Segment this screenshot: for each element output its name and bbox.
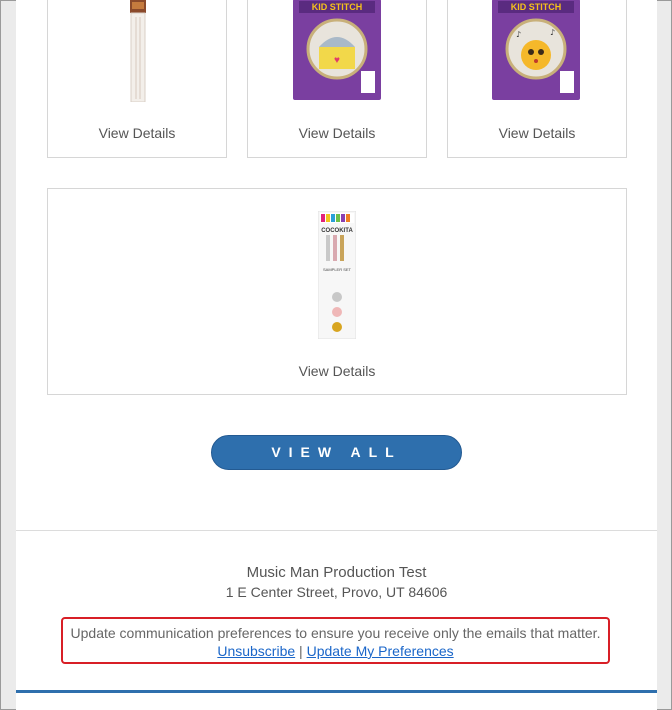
company-name: Music Man Production Test <box>246 564 427 581</box>
svg-text:♪: ♪ <box>516 30 521 39</box>
package-subtitle: SAMPLER SET <box>323 267 352 272</box>
package-title: KID STITCH <box>511 2 562 12</box>
svg-text:♪: ♪ <box>550 28 555 37</box>
kid-stitch-emoji-kit-image: KID STITCH ♪ ♪ <box>492 0 580 100</box>
view-all-button[interactable]: VIEW ALL <box>211 435 462 470</box>
preference-links: Unsubscribe | Update My Preferences <box>63 642 608 660</box>
kid-stitch-cupcake-kit-image: KID STITCH ♥ <box>293 0 381 100</box>
package-title: KID STITCH <box>312 2 363 12</box>
preferences-highlight: Update communication preferences to ensu… <box>61 617 610 664</box>
view-details-link[interactable]: View Details <box>248 125 426 141</box>
unsubscribe-link[interactable]: Unsubscribe <box>217 643 295 659</box>
product-card[interactable]: COCOKITA SAMPLER SET View Details <box>47 188 627 395</box>
product-card[interactable]: KID STITCH ♪ ♪ View Details <box>447 0 627 158</box>
product-card[interactable]: KID STITCH ♥ View Details <box>247 0 427 158</box>
view-details-link[interactable]: View Details <box>48 363 626 379</box>
link-separator: | <box>299 643 303 659</box>
needle-packet-image <box>130 0 146 103</box>
preferences-message: Update communication preferences to ensu… <box>70 625 601 641</box>
svg-text:♥: ♥ <box>334 55 340 66</box>
product-card[interactable]: View Details <box>47 0 227 158</box>
footer-bottom-rule <box>16 690 657 693</box>
package-title: COCOKITA <box>321 228 353 234</box>
footer-divider <box>16 530 657 531</box>
view-details-link[interactable]: View Details <box>48 125 226 141</box>
cocokita-sampler-set-image: COCOKITA SAMPLER SET <box>317 210 357 340</box>
view-details-link[interactable]: View Details <box>448 125 626 141</box>
update-preferences-link[interactable]: Update My Preferences <box>307 643 454 659</box>
company-address: 1 E Center Street, Provo, UT 84606 <box>225 584 448 600</box>
